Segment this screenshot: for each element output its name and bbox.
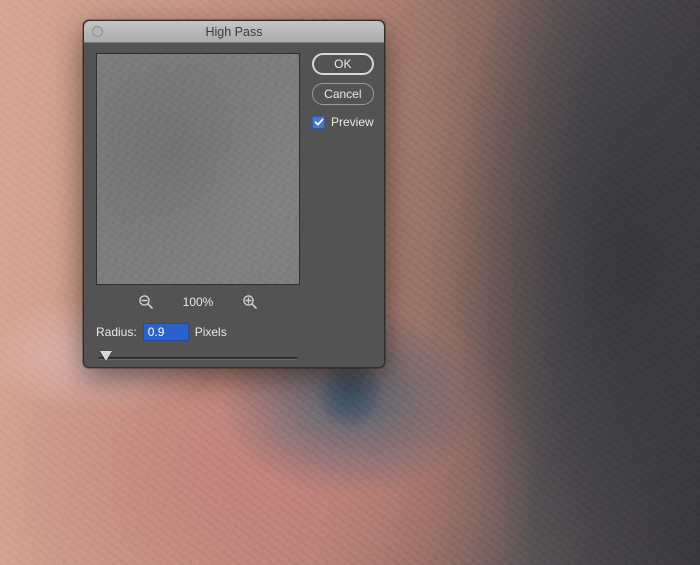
radius-slider[interactable]	[96, 349, 300, 367]
filter-preview-texture	[97, 54, 299, 284]
zoom-in-button[interactable]	[241, 293, 259, 311]
slider-track	[98, 357, 298, 360]
zoom-out-icon	[138, 294, 154, 310]
high-pass-dialog: High Pass 100%	[83, 20, 385, 368]
radius-units: Pixels	[195, 325, 227, 339]
ok-button-label: OK	[334, 57, 351, 71]
cancel-button[interactable]: Cancel	[312, 83, 374, 105]
cancel-button-label: Cancel	[324, 87, 361, 101]
zoom-out-button[interactable]	[137, 293, 155, 311]
zoom-level-label: 100%	[183, 295, 214, 309]
radius-label: Radius:	[96, 325, 137, 339]
preview-checkbox-label: Preview	[331, 115, 374, 129]
zoom-in-icon	[242, 294, 258, 310]
check-icon	[314, 117, 324, 127]
window-close-dot[interactable]	[92, 26, 103, 37]
dialog-title: High Pass	[206, 25, 263, 39]
preview-checkbox[interactable]	[312, 116, 325, 129]
dialog-titlebar[interactable]: High Pass	[84, 21, 384, 43]
filter-preview[interactable]	[96, 53, 300, 285]
ok-button[interactable]: OK	[312, 53, 374, 75]
radius-input[interactable]	[143, 323, 189, 341]
slider-thumb[interactable]	[100, 351, 112, 361]
